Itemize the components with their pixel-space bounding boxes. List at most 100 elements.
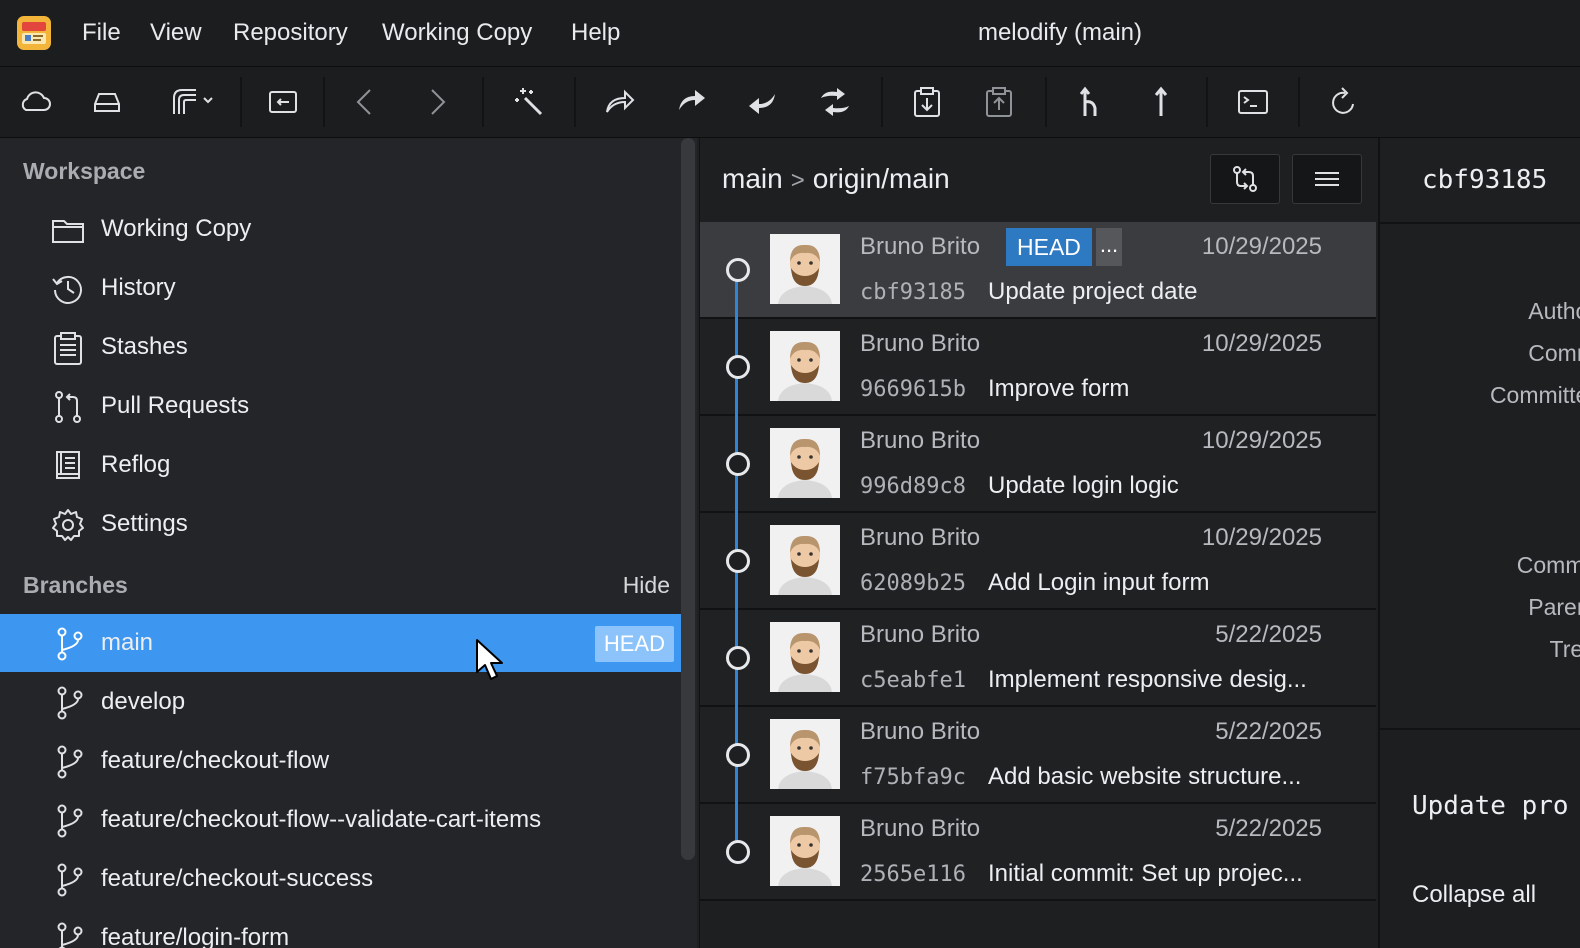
branch-label: feature/checkout-flow xyxy=(101,747,330,774)
branch-icon xyxy=(54,744,86,780)
terminal-icon xyxy=(1238,90,1268,114)
menu-help[interactable]: Help xyxy=(571,18,620,48)
sync-button[interactable] xyxy=(812,80,858,124)
branch-item-feature-checkout-flow[interactable]: feature/checkout-flow xyxy=(0,732,682,790)
push-icon xyxy=(1154,86,1168,116)
merge-button[interactable] xyxy=(1066,80,1112,124)
avatar xyxy=(770,525,840,595)
more-refs-badge[interactable]: ... xyxy=(1096,228,1122,266)
back-button[interactable] xyxy=(343,80,389,124)
commit-author: Bruno Brito xyxy=(860,427,981,454)
breadcrumb-remote[interactable]: origin/main xyxy=(813,163,950,194)
branch-label: develop xyxy=(101,688,186,715)
toolbar-separator xyxy=(574,77,576,127)
branch-icon xyxy=(54,803,86,839)
commit-date: 10/29/2025 xyxy=(1201,330,1322,357)
magic-wand-button[interactable] xyxy=(506,80,552,124)
redo-button[interactable] xyxy=(740,80,786,124)
commit-date: 10/29/2025 xyxy=(1201,427,1322,454)
undo-button[interactable] xyxy=(668,80,714,124)
toolbar-separator xyxy=(1298,77,1300,127)
commit-hash: cbf93185 xyxy=(860,280,966,305)
refresh-button[interactable] xyxy=(1320,80,1366,124)
drive-button[interactable] xyxy=(84,80,130,124)
hide-branches-link[interactable]: Hide xyxy=(623,572,670,599)
details-commit-hash: cbf93185 xyxy=(1422,165,1548,195)
menu-view[interactable]: View xyxy=(150,18,202,48)
sidebar-item-stashes[interactable]: Stashes xyxy=(0,318,682,376)
commit-row[interactable]: Bruno Brito 10/29/2025 62089b25 Add Logi… xyxy=(700,513,1376,610)
sync-icon xyxy=(821,88,849,116)
commit-message: Add Login input form xyxy=(988,569,1210,596)
cloud-button[interactable] xyxy=(12,80,58,124)
sidebar-item-label: Working Copy xyxy=(101,215,252,242)
history-icon xyxy=(50,271,86,307)
menu-repository[interactable]: Repository xyxy=(233,18,348,48)
commit-row[interactable]: Bruno Brito 5/22/2025 c5eabfe1 Implement… xyxy=(700,610,1376,707)
forward-button[interactable] xyxy=(413,80,459,124)
menu-button[interactable] xyxy=(1292,154,1362,204)
branch-item-main[interactable]: main HEAD xyxy=(0,614,682,672)
stash-pop-button[interactable] xyxy=(976,80,1022,124)
share-button[interactable] xyxy=(596,80,642,124)
stash-button[interactable] xyxy=(904,80,950,124)
commit-author: Bruno Brito xyxy=(860,718,981,745)
sidebar-item-label: Settings xyxy=(101,510,188,537)
fetch-dropdown-button[interactable] xyxy=(162,80,222,124)
commit-row[interactable]: Bruno Brito HEAD ... 10/29/2025 cbf93185… xyxy=(700,222,1376,319)
compare-button[interactable] xyxy=(1210,154,1280,204)
sidebar-item-reflog[interactable]: Reflog xyxy=(0,436,682,494)
branch-label: feature/checkout-success xyxy=(101,865,374,892)
push-button[interactable] xyxy=(1138,80,1184,124)
undo-icon xyxy=(679,90,705,110)
menu-working-copy[interactable]: Working Copy xyxy=(382,18,532,48)
graph-node xyxy=(726,355,750,379)
sidebar-item-working-copy[interactable]: Working Copy xyxy=(0,200,682,258)
stash-pop-icon xyxy=(986,87,1012,117)
commit-row[interactable]: Bruno Brito 10/29/2025 996d89c8 Update l… xyxy=(700,416,1376,513)
commit-hash: f75bfa9c xyxy=(860,765,966,790)
menu-file[interactable]: File xyxy=(82,18,121,48)
meta-label: Commit xyxy=(1516,552,1580,578)
toolbar xyxy=(0,67,1580,138)
sidebar-scrollbar[interactable] xyxy=(681,138,695,860)
commit-row[interactable]: Bruno Brito 5/22/2025 f75bfa9c Add basic… xyxy=(700,707,1376,804)
mouse-cursor-icon xyxy=(476,639,503,680)
commit-message: Implement responsive desig... xyxy=(988,666,1307,693)
book-icon xyxy=(50,448,86,484)
menu-bar: File View Repository Working Copy Help m… xyxy=(0,0,1580,67)
branch-item-develop[interactable]: develop xyxy=(0,673,682,731)
sidebar-item-pull-requests[interactable]: Pull Requests xyxy=(0,377,682,435)
breadcrumb-branch[interactable]: main xyxy=(722,163,783,194)
sidebar-item-settings[interactable]: Settings xyxy=(0,495,682,553)
collapse-all-button[interactable]: Collapse all xyxy=(1412,880,1536,910)
commit-message: Initial commit: Set up projec... xyxy=(988,860,1303,887)
commit-date: 5/22/2025 xyxy=(1215,718,1322,745)
sidebar-item-history[interactable]: History xyxy=(0,259,682,317)
terminal-button[interactable] xyxy=(1230,80,1276,124)
share-icon xyxy=(606,89,635,113)
meta-label: Parent xyxy=(1528,594,1580,620)
avatar xyxy=(770,331,840,401)
breadcrumb-separator: > xyxy=(790,167,805,194)
open-repo-button[interactable] xyxy=(260,80,306,124)
commit-message: Update project date xyxy=(988,278,1198,305)
open-repo-icon xyxy=(269,91,297,113)
branch-label: feature/login-form xyxy=(101,924,290,948)
commit-author: Bruno Brito xyxy=(860,330,981,357)
graph-node xyxy=(726,646,750,670)
history-panel: main > origin/main Bruno Brito HEAD ... 10… xyxy=(699,138,1378,948)
clipboard-icon xyxy=(50,330,86,366)
avatar xyxy=(770,622,840,692)
window-title: melodify (main) xyxy=(977,19,1143,46)
commit-author: Bruno Brito xyxy=(860,621,981,648)
branch-item-feature-login-form[interactable]: feature/login-form xyxy=(0,909,682,948)
commit-row[interactable]: Bruno Brito 5/22/2025 2565e116 Initial c… xyxy=(700,804,1376,901)
gear-icon xyxy=(50,507,86,543)
branch-item-feature-checkout-flow-validate-cart-items[interactable]: feature/checkout-flow--validate-cart-ite… xyxy=(0,791,682,849)
head-badge: HEAD xyxy=(594,626,674,662)
branch-item-feature-checkout-success[interactable]: feature/checkout-success xyxy=(0,850,682,908)
commit-message: Update login logic xyxy=(988,472,1179,499)
meta-label: Tree xyxy=(1549,636,1580,662)
commit-row[interactable]: Bruno Brito 10/29/2025 9669615b Improve … xyxy=(700,319,1376,416)
